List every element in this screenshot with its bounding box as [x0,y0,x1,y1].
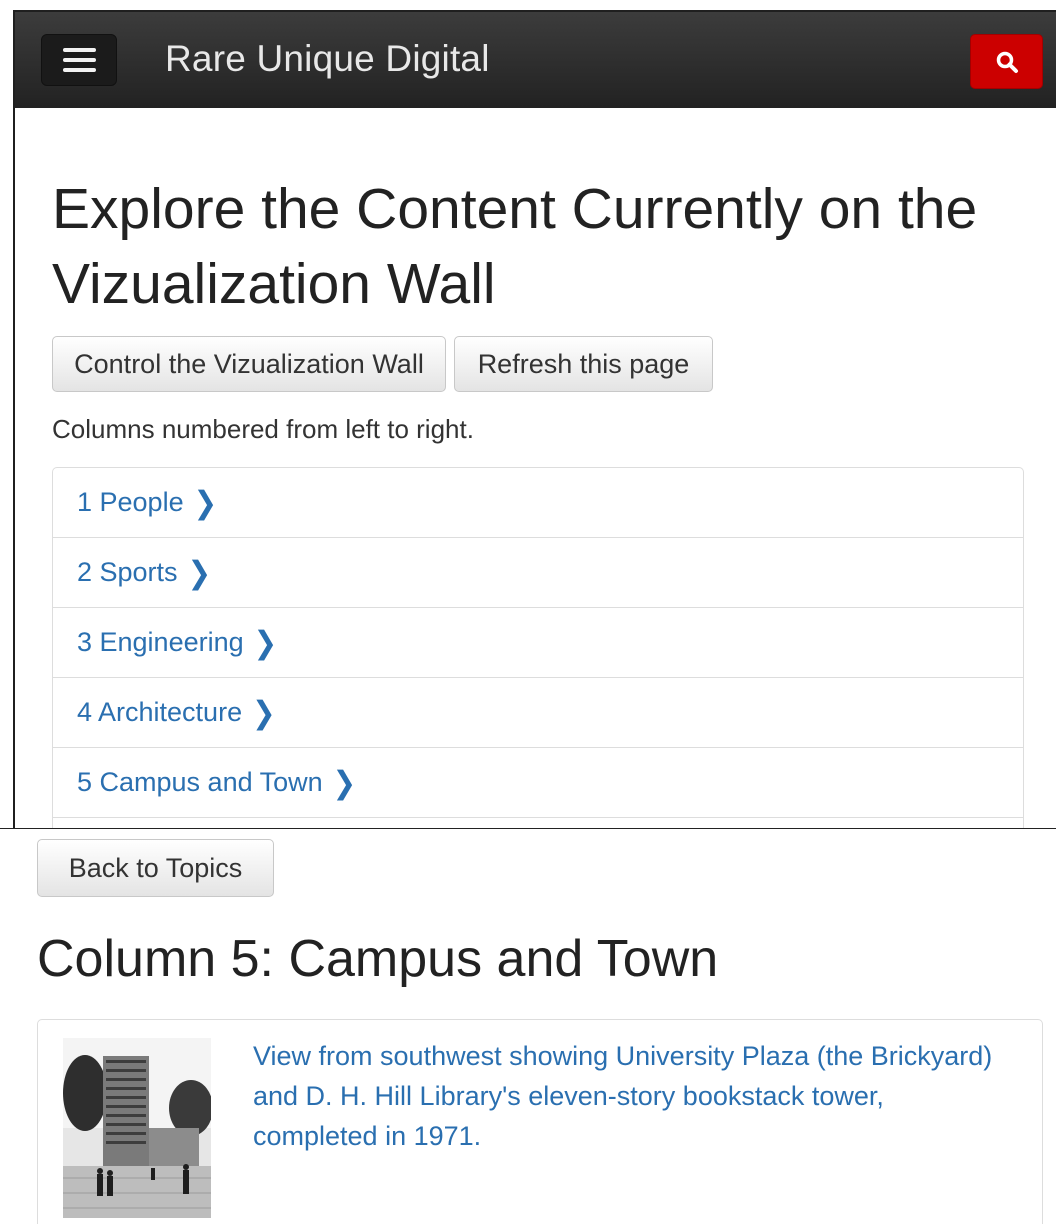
page-title: Explore the Content Currently on the Viz… [52,177,978,316]
chevron-right-icon: ❯ [187,555,212,590]
refresh-page-button[interactable]: Refresh this page [454,336,713,392]
search-button[interactable] [970,34,1043,89]
topic-label: 4 Architecture [77,697,243,727]
search-icon [996,51,1018,73]
brand-link[interactable]: Rare Unique Digital [165,38,490,80]
list-item: View from southwest showing University P… [37,1019,1043,1224]
menu-toggle-button[interactable] [41,34,117,86]
topic-item-next-partial[interactable] [53,818,1023,828]
chevron-right-icon: ❯ [193,485,218,520]
navbar: Rare Unique Digital [15,12,1056,108]
topic-item-engineering[interactable]: 3 Engineering ❯ [53,608,1023,678]
hamburger-menu-icon [62,68,96,72]
topic-item-campus-and-town[interactable]: 5 Campus and Town ❯ [53,748,1023,818]
item-caption-link[interactable]: View from southwest showing University P… [253,1036,1013,1156]
topic-label: 3 Engineering [77,627,244,657]
column-title: Column 5: Campus and Town [37,930,719,988]
topic-label: 2 Sports [77,557,178,587]
topics-page: Rare Unique Digital Explore the Content … [13,10,1056,828]
topic-label: 5 Campus and Town [77,767,323,797]
hamburger-menu-icon [62,58,96,62]
column-detail-page: Back to Topics Column 5: Campus and Town [0,828,1056,1224]
hamburger-menu-icon [62,48,96,52]
building-photo-image [63,1038,211,1218]
columns-note: Columns numbered from left to right. [52,414,474,444]
topic-item-sports[interactable]: 2 Sports ❯ [53,538,1023,608]
item-thumbnail-image[interactable] [63,1038,211,1218]
back-to-topics-button[interactable]: Back to Topics [37,839,274,897]
topic-item-architecture[interactable]: 4 Architecture ❯ [53,678,1023,748]
chevron-right-icon: ❯ [253,625,278,660]
chevron-right-icon: ❯ [332,765,357,800]
control-wall-button[interactable]: Control the Vizualization Wall [52,336,446,392]
topic-item-people[interactable]: 1 People ❯ [53,468,1023,538]
chevron-right-icon: ❯ [252,695,276,730]
topic-label: 1 People [77,487,184,517]
topics-list: 1 People ❯ 2 Sports ❯ 3 Engineering ❯ 4 … [52,467,1024,828]
